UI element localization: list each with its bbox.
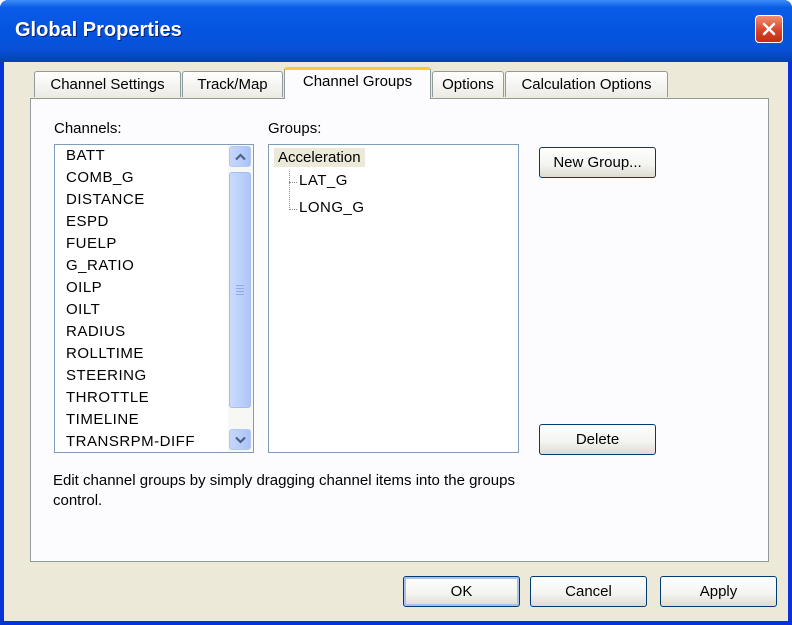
tree-connector xyxy=(289,182,297,183)
list-item[interactable]: OILP xyxy=(66,279,102,296)
list-item[interactable]: FUELP xyxy=(66,235,117,252)
tree-node-acceleration[interactable]: Acceleration xyxy=(274,148,365,167)
scroll-thumb[interactable] xyxy=(229,172,251,408)
apply-button[interactable]: Apply xyxy=(660,576,777,607)
tab-channel-groups[interactable]: Channel Groups xyxy=(284,67,431,99)
groups-tree[interactable]: Acceleration LAT_G LONG_G xyxy=(268,144,519,453)
grip-line xyxy=(236,294,244,295)
list-item[interactable]: DISTANCE xyxy=(66,191,145,208)
list-item[interactable]: TRANSRPM-DIFF xyxy=(66,433,195,450)
grip-line xyxy=(236,291,244,292)
list-item[interactable]: THROTTLE xyxy=(66,389,149,406)
delete-button[interactable]: Delete xyxy=(539,424,656,455)
tree-node-long-g[interactable]: LONG_G xyxy=(299,199,365,216)
title-bar[interactable]: Global Properties xyxy=(0,0,792,62)
list-item[interactable]: ESPD xyxy=(66,213,109,230)
cancel-button[interactable]: Cancel xyxy=(530,576,647,607)
list-item[interactable]: TIMELINE xyxy=(66,411,139,428)
scroll-up-button[interactable] xyxy=(229,146,251,167)
list-item[interactable]: RADIUS xyxy=(66,323,126,340)
scroll-down-button[interactable] xyxy=(229,429,251,450)
grip-line xyxy=(236,288,244,289)
tab-channel-settings[interactable]: Channel Settings xyxy=(34,71,181,97)
tree-connector xyxy=(289,171,290,210)
list-item[interactable]: ROLLTIME xyxy=(66,345,144,362)
groups-label: Groups: xyxy=(268,120,322,137)
tree-node-lat-g[interactable]: LAT_G xyxy=(299,172,348,189)
channels-listbox[interactable]: BATT COMB_G DISTANCE ESPD FUELP G_RATIO … xyxy=(54,144,254,453)
ok-button[interactable]: OK xyxy=(403,576,520,607)
list-item[interactable]: G_RATIO xyxy=(66,257,134,274)
grip-line xyxy=(236,285,244,286)
list-item[interactable]: BATT xyxy=(66,147,105,164)
channel-groups-panel: Channels: Groups: BATT COMB_G DISTANCE E… xyxy=(30,98,769,562)
channels-label: Channels: xyxy=(54,120,122,137)
close-button[interactable] xyxy=(755,15,783,43)
global-properties-dialog: Global Properties Channel Settings Track… xyxy=(0,0,792,625)
chevron-up-icon xyxy=(235,153,246,161)
list-item[interactable]: STEERING xyxy=(66,367,147,384)
new-group-button[interactable]: New Group... xyxy=(539,147,656,178)
list-item[interactable]: OILT xyxy=(66,301,100,318)
tab-options[interactable]: Options xyxy=(432,71,504,97)
tab-calculation-options[interactable]: Calculation Options xyxy=(505,71,668,97)
close-icon xyxy=(762,22,776,36)
tree-connector xyxy=(289,209,297,210)
list-item[interactable]: COMB_G xyxy=(66,169,134,186)
window-title: Global Properties xyxy=(15,19,182,41)
channels-scrollbar[interactable] xyxy=(228,145,253,452)
instructions-text: Edit channel groups by simply dragging c… xyxy=(53,472,515,509)
tab-track-map[interactable]: Track/Map xyxy=(182,71,283,97)
chevron-down-icon xyxy=(235,436,246,444)
